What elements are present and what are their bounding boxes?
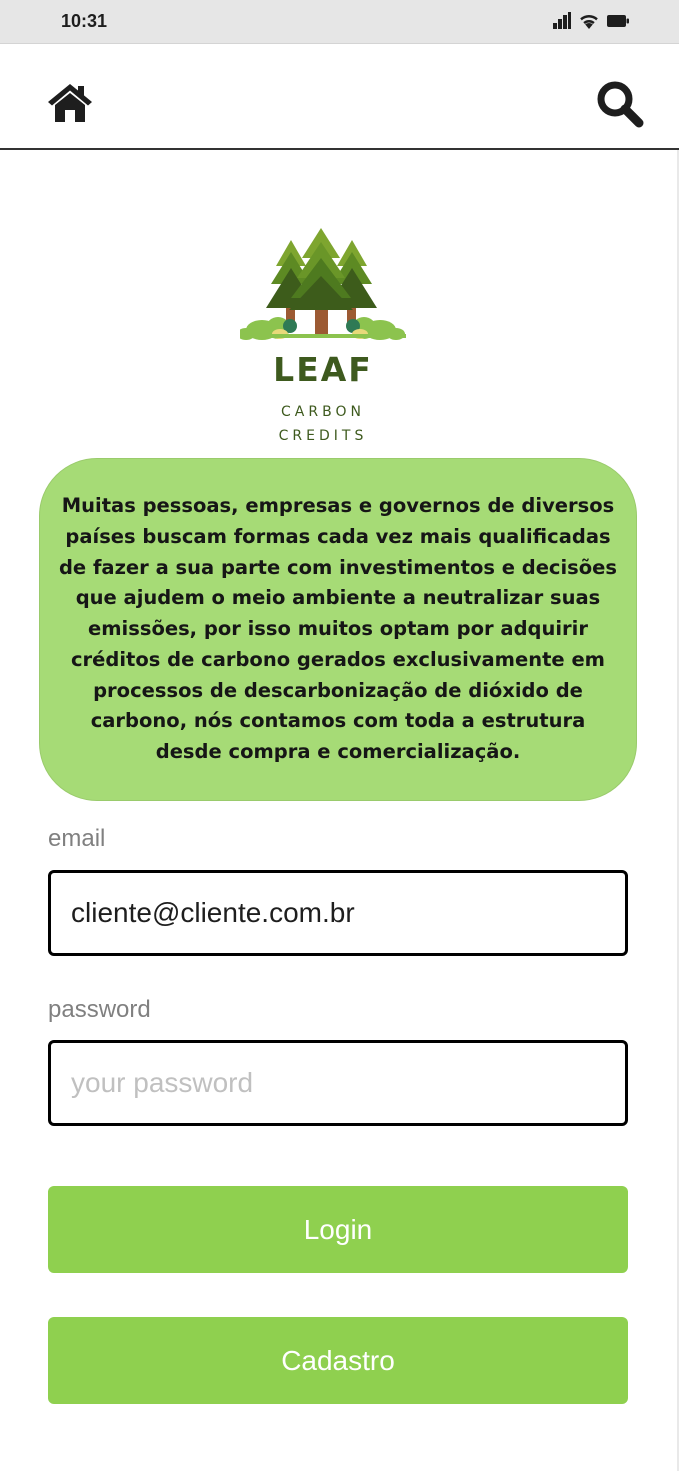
wifi-icon: [580, 14, 598, 29]
login-button[interactable]: Login: [48, 1186, 628, 1273]
top-nav-bar: [0, 44, 679, 150]
home-icon: [48, 84, 92, 122]
tree-logo-icon: [240, 228, 406, 340]
info-card: Muitas pessoas, empresas e governos de d…: [39, 458, 637, 801]
register-button[interactable]: Cadastro: [48, 1317, 628, 1404]
email-input[interactable]: [48, 870, 628, 956]
search-icon: [597, 81, 644, 128]
info-text: Muitas pessoas, empresas e governos de d…: [58, 493, 618, 764]
logo-subtitle-line1: CARBON: [281, 404, 365, 420]
battery-icon: [607, 14, 629, 27]
logo-subtitle-line2: CREDITS: [278, 428, 368, 444]
status-icons: [553, 12, 629, 29]
email-label: email: [48, 825, 106, 852]
password-label: password: [48, 996, 151, 1023]
signal-icon: [553, 12, 571, 29]
leaf-logo: LEAF CARBON CREDITS: [240, 222, 410, 452]
status-bar: 10:31: [0, 0, 679, 44]
logo-title: LEAF: [273, 350, 373, 389]
search-button[interactable]: [596, 80, 644, 128]
status-time: 10:31: [61, 11, 108, 31]
home-button[interactable]: [46, 82, 94, 124]
password-input[interactable]: [48, 1040, 628, 1126]
